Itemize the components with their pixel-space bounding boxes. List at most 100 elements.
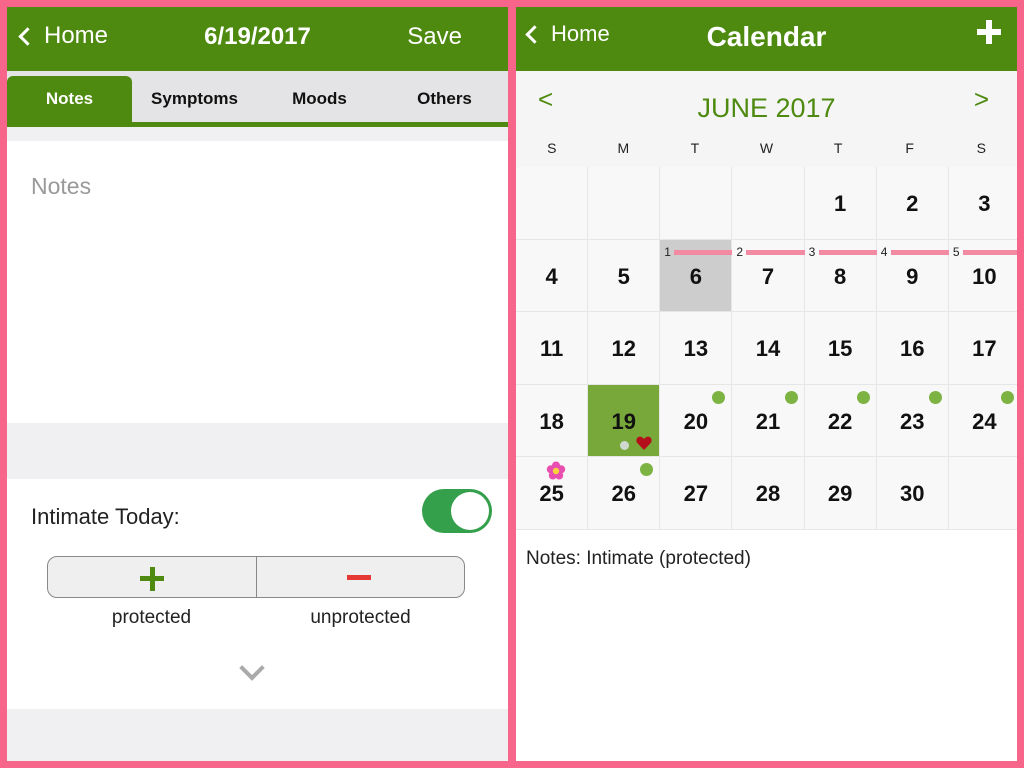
weekday-header: SMTWTFS (516, 129, 1017, 167)
calendar-day[interactable]: 16 (876, 312, 949, 385)
calendar-empty-cell (948, 457, 1017, 530)
calendar-header: Home Calendar (516, 7, 1017, 71)
period-bar (890, 249, 954, 255)
day-number: 22 (827, 408, 853, 434)
calendar-day[interactable]: 18 (516, 384, 589, 457)
calendar-day[interactable]: 19 (588, 384, 661, 457)
day-number: 3 (978, 191, 991, 216)
calendar-day[interactable]: 2 (876, 167, 949, 240)
day-number: 28 (755, 481, 781, 506)
period-bar (962, 249, 1017, 255)
calendar-day[interactable]: 24 (948, 384, 1017, 457)
calendar-day[interactable]: 27 (660, 457, 733, 530)
day-number: 15 (827, 336, 853, 361)
next-month-button[interactable]: > (974, 84, 989, 115)
calendar-day[interactable]: 5 (588, 239, 661, 312)
tab-symptoms[interactable]: Symptoms (132, 71, 257, 122)
day-number: 6 (689, 263, 702, 289)
calendar-day[interactable]: 21 (732, 384, 805, 457)
calendar-day[interactable]: 13 (660, 312, 733, 385)
calendar-day[interactable]: 16 (660, 239, 738, 312)
calendar-day[interactable]: 12 (588, 312, 661, 385)
calendar-week: 18 19 20 21 22 23 24 (516, 384, 1017, 457)
fertile-dot-icon (856, 390, 870, 404)
calendar-week: 25 26 27 28 29 30 (516, 457, 1017, 530)
day-number: 29 (827, 481, 853, 506)
calendar-day[interactable]: 26 (588, 457, 661, 530)
fertile-dot-icon (712, 390, 726, 404)
day-number: 19 (611, 408, 636, 434)
calendar-screen: Home Calendar < JUNE 2017 > SMTWTFS 1234… (516, 7, 1017, 761)
period-bar (746, 249, 810, 255)
calendar-day[interactable]: 1 (804, 167, 877, 240)
toggle-knob (451, 492, 489, 530)
period-day-number: 2 (736, 244, 744, 259)
notes-input[interactable] (7, 141, 508, 423)
day-number: 17 (972, 336, 997, 361)
calendar-day[interactable]: 17 (948, 312, 1017, 385)
calendar-day[interactable]: 11 (516, 312, 589, 385)
tab-moods[interactable]: Moods (257, 71, 382, 122)
day-number: 21 (755, 408, 781, 434)
day-entry-header: Home 6/19/2017 Save (7, 7, 508, 71)
day-number: 23 (900, 408, 925, 434)
calendar-week: 1 2 3 (516, 167, 1017, 240)
calendar-week: 11 12 13 14 15 16 17 (516, 312, 1017, 385)
calendar-day[interactable]: 14 (732, 312, 805, 385)
calendar-day[interactable]: 23 (876, 384, 949, 457)
calendar-day[interactable]: 29 (804, 457, 877, 530)
heart-icon (636, 436, 652, 450)
day-number: 8 (834, 263, 847, 289)
calendar-week: 4 5 1 6 2 7 3 8 4 9 5 10 (516, 239, 1017, 312)
weekday-label: T (833, 140, 843, 156)
calendar-day[interactable]: 25 (516, 457, 589, 530)
month-title: JUNE 2017 (697, 93, 836, 123)
fertile-dot-icon (640, 463, 654, 476)
calendar-day[interactable]: 49 (876, 239, 954, 312)
calendar-empty-cell (588, 167, 661, 240)
weekday-label: S (547, 140, 557, 156)
intimate-toggle[interactable] (422, 489, 492, 533)
day-number: 10 (972, 263, 997, 289)
unprotected-button[interactable] (255, 557, 465, 597)
protected-button[interactable] (48, 557, 256, 597)
period-day-number: 3 (808, 244, 816, 259)
calendar-day[interactable]: 28 (732, 457, 805, 530)
calendar-day[interactable]: 15 (804, 312, 877, 385)
tab-notes[interactable]: Notes (7, 76, 132, 122)
day-number: 5 (617, 263, 630, 289)
calendar-day[interactable]: 3 (948, 167, 1017, 240)
calendar-empty-cell (516, 167, 589, 240)
calendar-day[interactable]: 27 (732, 239, 810, 312)
month-navigation: < JUNE 2017 > (516, 71, 1017, 129)
day-number: 26 (611, 481, 636, 506)
weekday-label: W (759, 140, 774, 156)
calendar-day[interactable]: 20 (660, 384, 733, 457)
calendar-day[interactable]: 30 (876, 457, 949, 530)
protected-label: protected (111, 607, 192, 628)
day-number: 2 (906, 191, 919, 216)
calendar-day[interactable]: 4 (516, 239, 589, 312)
note-dot-icon (620, 440, 630, 450)
calendar-day[interactable]: 38 (804, 239, 882, 312)
save-button[interactable]: Save (407, 23, 462, 51)
plus-icon-vertical (149, 566, 155, 591)
day-number: 7 (761, 263, 775, 289)
tab-others[interactable]: Others (382, 71, 507, 122)
period-day-number: 5 (952, 244, 960, 259)
notes-panel (7, 141, 508, 423)
add-icon[interactable] (977, 20, 1001, 44)
chevron-down-icon[interactable] (239, 655, 265, 681)
period-bar (674, 249, 738, 255)
day-number: 14 (755, 336, 781, 361)
weekday-label: M (617, 140, 630, 156)
intimate-label: Intimate Today: (31, 504, 180, 529)
fertile-dot-icon (928, 390, 942, 404)
day-number: 27 (683, 481, 709, 506)
calendar-day[interactable]: 22 (804, 384, 877, 457)
period-day-number: 4 (880, 244, 888, 259)
fertile-dot-icon (784, 390, 798, 404)
intimate-section: Intimate Today: protected unprotected (7, 479, 508, 709)
calendar-day[interactable]: 5 10 (948, 239, 1017, 312)
day-number: 12 (611, 336, 636, 361)
